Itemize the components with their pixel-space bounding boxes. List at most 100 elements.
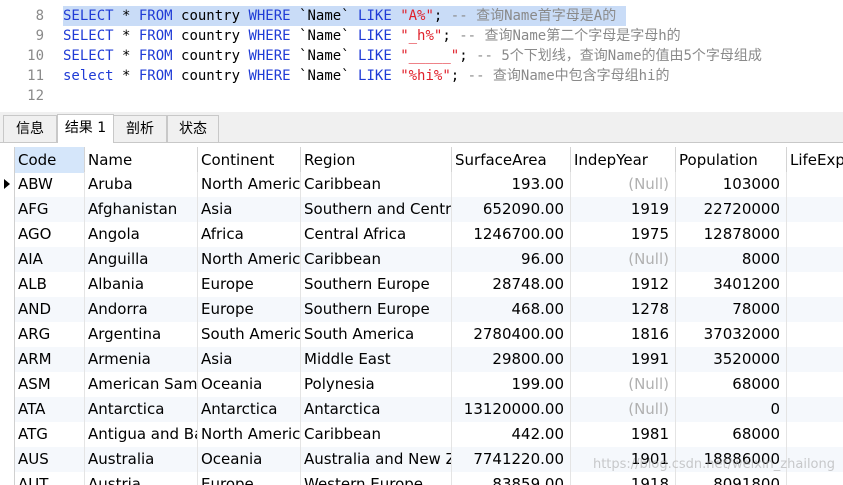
column-header-indepyear[interactable]: IndepYear bbox=[571, 147, 676, 173]
cell-code[interactable]: ARG bbox=[15, 322, 85, 347]
cell-lifeexp[interactable] bbox=[787, 297, 843, 322]
row-gutter[interactable] bbox=[0, 422, 15, 447]
cell-continent[interactable]: Oceania bbox=[198, 372, 301, 397]
cell-name[interactable]: Albania bbox=[85, 272, 198, 297]
cell-population[interactable]: 68000 bbox=[676, 422, 787, 447]
cell-surfacearea[interactable]: 1246700.00 bbox=[452, 222, 571, 247]
row-gutter[interactable] bbox=[0, 447, 15, 472]
result-grid[interactable]: Code Name Continent Region SurfaceArea IndepY… bbox=[0, 143, 843, 485]
cell-code[interactable]: ASM bbox=[15, 372, 85, 397]
editor-line[interactable]: 10 SELECT * FROM country WHERE `Name` LIK… bbox=[0, 46, 843, 66]
cell-region[interactable]: Caribbean bbox=[301, 172, 452, 197]
cell-indepyear[interactable]: (Null) bbox=[571, 372, 676, 397]
table-row[interactable]: ASMAmerican SamoaOceaniaPolynesia199.00(… bbox=[0, 372, 843, 397]
cell-region[interactable]: Antarctica bbox=[301, 397, 452, 422]
table-row[interactable]: ARG Argentina South America South America 27… bbox=[0, 322, 843, 347]
cell-lifeexp[interactable] bbox=[787, 422, 843, 447]
cell-indepyear[interactable]: 1918 bbox=[571, 472, 676, 485]
cell-code[interactable]: ARM bbox=[15, 347, 85, 372]
cell-indepyear[interactable]: 1981 bbox=[571, 422, 676, 447]
table-row[interactable]: ATGAntigua and BarbudaNorth AmericaCarib… bbox=[0, 422, 843, 447]
row-gutter[interactable] bbox=[0, 397, 15, 422]
cell-region[interactable]: Southern and Central Asia bbox=[301, 197, 452, 222]
column-header-region[interactable]: Region bbox=[301, 147, 452, 173]
column-header-continent[interactable]: Continent bbox=[198, 147, 301, 173]
cell-surfacearea[interactable]: 29800.00 bbox=[452, 347, 571, 372]
editor-line[interactable]: 9 SELECT * FROM country WHERE `Name` LIKE… bbox=[0, 26, 843, 46]
cell-region[interactable]: Middle East bbox=[301, 347, 452, 372]
row-gutter[interactable] bbox=[0, 197, 15, 222]
cell-surfacearea[interactable]: 193.00 bbox=[452, 172, 571, 197]
cell-code[interactable]: AUS bbox=[15, 447, 85, 472]
cell-indepyear[interactable]: 1991 bbox=[571, 347, 676, 372]
cell-continent[interactable]: Asia bbox=[198, 347, 301, 372]
cell-population[interactable]: 8091800 bbox=[676, 472, 787, 485]
editor-line[interactable]: 11 select * FROM country WHERE `Name` LIK… bbox=[0, 66, 843, 86]
cell-population[interactable]: 8000 bbox=[676, 247, 787, 272]
editor-line[interactable]: 8 SELECT * FROM country WHERE `Name` LIKE… bbox=[0, 6, 843, 26]
table-row[interactable]: ABW Aruba North America Caribbean 193.00 (Nul… bbox=[0, 172, 843, 197]
cell-surfacearea[interactable]: 13120000.00 bbox=[452, 397, 571, 422]
cell-population[interactable]: 78000 bbox=[676, 297, 787, 322]
cell-region[interactable]: Western Europe bbox=[301, 472, 452, 485]
cell-continent[interactable]: Europe bbox=[198, 297, 301, 322]
cell-indepyear[interactable]: (Null) bbox=[571, 397, 676, 422]
cell-population[interactable]: 68000 bbox=[676, 372, 787, 397]
cell-surfacearea[interactable]: 28748.00 bbox=[452, 272, 571, 297]
cell-continent[interactable]: North America bbox=[198, 247, 301, 272]
cell-lifeexp[interactable] bbox=[787, 272, 843, 297]
row-gutter[interactable] bbox=[0, 297, 15, 322]
code-text[interactable]: SELECT * FROM country WHERE `Name` LIKE … bbox=[63, 6, 627, 26]
cell-code[interactable]: AUT bbox=[15, 472, 85, 485]
cell-continent[interactable]: Africa bbox=[198, 222, 301, 247]
cell-name[interactable]: Anguilla bbox=[85, 247, 198, 272]
table-row[interactable]: AGO Angola Africa Central Africa 1246700.00 1… bbox=[0, 222, 843, 247]
cell-continent[interactable]: Europe bbox=[198, 472, 301, 485]
cell-population[interactable]: 103000 bbox=[676, 172, 787, 197]
cell-surfacearea[interactable]: 468.00 bbox=[452, 297, 571, 322]
code-text[interactable]: select * FROM country WHERE `Name` LIKE … bbox=[63, 66, 670, 86]
cell-lifeexp[interactable] bbox=[787, 472, 843, 485]
cell-continent[interactable]: Antarctica bbox=[198, 397, 301, 422]
cell-name[interactable]: Afghanistan bbox=[85, 197, 198, 222]
cell-code[interactable]: AIA bbox=[15, 247, 85, 272]
cell-continent[interactable]: North America bbox=[198, 422, 301, 447]
cell-indepyear[interactable]: 1912 bbox=[571, 272, 676, 297]
row-gutter[interactable] bbox=[0, 322, 15, 347]
cell-name[interactable]: Austria bbox=[85, 472, 198, 485]
table-row[interactable]: ATA Antarctica Antarctica Antarctica 1312000… bbox=[0, 397, 843, 422]
column-header-population[interactable]: Population bbox=[676, 147, 787, 173]
cell-continent[interactable]: North America bbox=[198, 172, 301, 197]
sql-editor[interactable]: 8 SELECT * FROM country WHERE `Name` LIKE… bbox=[0, 0, 843, 112]
cell-population[interactable]: 3401200 bbox=[676, 272, 787, 297]
cell-code[interactable]: ABW bbox=[15, 172, 85, 197]
row-gutter[interactable] bbox=[0, 222, 15, 247]
code-text[interactable]: SELECT * FROM country WHERE `Name` LIKE … bbox=[63, 46, 762, 66]
cell-surfacearea[interactable]: 442.00 bbox=[452, 422, 571, 447]
tab-info[interactable]: 信息 bbox=[3, 115, 57, 142]
cell-code[interactable]: AND bbox=[15, 297, 85, 322]
editor-line[interactable]: 12 bbox=[0, 86, 843, 106]
cell-name[interactable]: Argentina bbox=[85, 322, 198, 347]
cell-region[interactable]: Southern Europe bbox=[301, 272, 452, 297]
cell-continent[interactable]: Asia bbox=[198, 197, 301, 222]
cell-lifeexp[interactable] bbox=[787, 372, 843, 397]
cell-lifeexp[interactable] bbox=[787, 222, 843, 247]
cell-surfacearea[interactable]: 199.00 bbox=[452, 372, 571, 397]
cell-region[interactable]: Caribbean bbox=[301, 422, 452, 447]
cell-code[interactable]: ALB bbox=[15, 272, 85, 297]
cell-lifeexp[interactable] bbox=[787, 322, 843, 347]
table-row[interactable]: AIA Anguilla North America Caribbean 96.00 (N… bbox=[0, 247, 843, 272]
table-row[interactable]: AUT Austria Europe Western Europe 83859.00 19… bbox=[0, 472, 843, 485]
cell-population[interactable]: 0 bbox=[676, 397, 787, 422]
cell-continent[interactable]: Oceania bbox=[198, 447, 301, 472]
tab-result-1[interactable]: 结果 1 bbox=[57, 114, 114, 143]
row-gutter[interactable] bbox=[0, 272, 15, 297]
cell-indepyear[interactable]: 1919 bbox=[571, 197, 676, 222]
cell-population[interactable]: 22720000 bbox=[676, 197, 787, 222]
cell-indepyear[interactable]: (Null) bbox=[571, 172, 676, 197]
cell-region[interactable]: Southern Europe bbox=[301, 297, 452, 322]
code-text[interactable]: SELECT * FROM country WHERE `Name` LIKE … bbox=[63, 26, 681, 46]
cell-lifeexp[interactable] bbox=[787, 197, 843, 222]
cell-population[interactable]: 3520000 bbox=[676, 347, 787, 372]
